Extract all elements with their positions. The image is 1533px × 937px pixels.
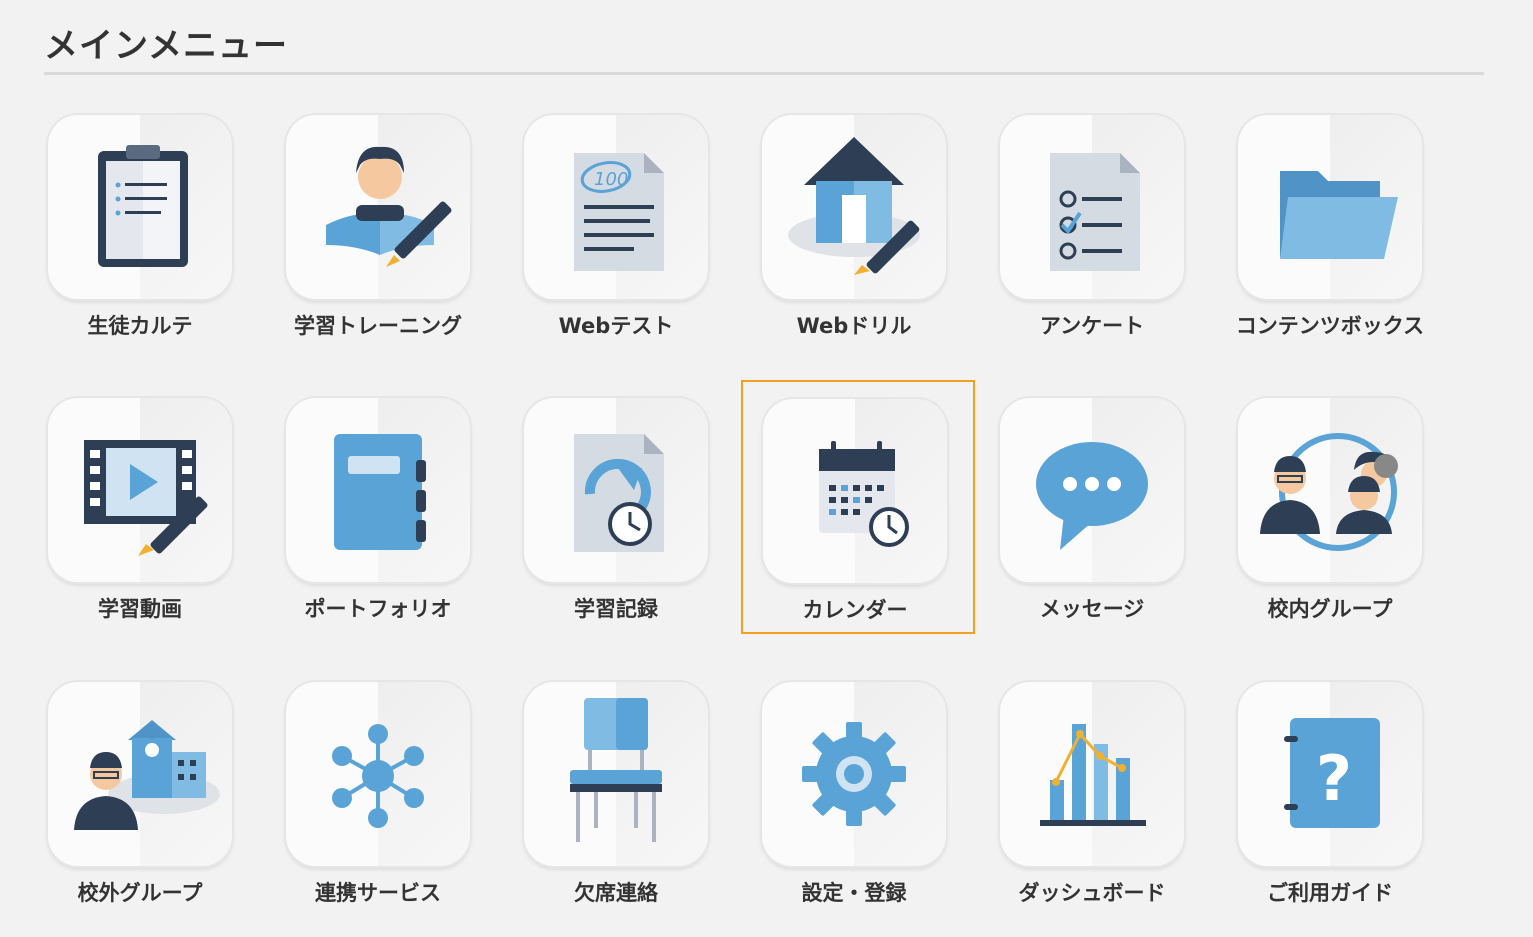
menu-item-label: 学習記録 (574, 597, 658, 621)
menu-item-linked-services[interactable]: 連携サービス (276, 682, 514, 932)
menu-item-label: 生徒カルテ (87, 314, 193, 338)
calendar-clock-icon (819, 441, 909, 547)
history-document-icon (574, 434, 664, 552)
menu-item-card[interactable] (524, 682, 708, 866)
menu-item-dashboard[interactable]: ダッシュボード (990, 682, 1228, 932)
menu-item-label: ポートフォリオ (304, 597, 452, 621)
menu-item-calendar[interactable]: カレンダー (741, 380, 975, 634)
menu-item-school-group[interactable]: 校内グループ (1228, 398, 1466, 648)
menu-item-card[interactable] (524, 398, 708, 582)
menu-item-card[interactable] (48, 398, 232, 582)
video-film-icon (84, 440, 208, 556)
menu-item-card[interactable] (48, 682, 232, 866)
menu-item-card[interactable] (286, 398, 470, 582)
menu-item-card[interactable] (286, 682, 470, 866)
menu-item-label: カレンダー (802, 598, 908, 622)
folder-icon (1280, 171, 1398, 259)
menu-item-label: 校外グループ (77, 881, 203, 905)
page-title: メインメニュー (44, 26, 288, 66)
menu-item-web-test[interactable]: 100 Webテスト (514, 115, 752, 365)
menu-item-card[interactable]: ? (1238, 682, 1422, 866)
title-divider (44, 72, 1484, 75)
menu-item-label: メッセージ (1039, 597, 1145, 621)
menu-item-student-karte[interactable]: 生徒カルテ (38, 115, 276, 365)
menu-item-label: Webドリル (796, 314, 912, 338)
menu-item-card[interactable] (1238, 398, 1422, 582)
menu-item-label: コンテンツボックス (1235, 314, 1425, 338)
menu-item-contents-box[interactable]: コンテンツボックス (1228, 115, 1466, 365)
menu-item-survey[interactable]: アンケート (990, 115, 1228, 365)
menu-item-settings[interactable]: 設定・登録 (752, 682, 990, 932)
menu-item-label: 校内グループ (1267, 597, 1393, 621)
bar-line-chart-icon (1040, 724, 1146, 826)
guide-book-question-icon: ? (1284, 718, 1380, 828)
menu-item-study-training[interactable]: 学習トレーニング (276, 115, 514, 365)
menu-item-card[interactable] (48, 115, 232, 299)
menu-item-card[interactable] (1000, 682, 1184, 866)
menu-item-user-guide[interactable]: ? ご利用ガイド (1228, 682, 1466, 932)
svg-text:100: 100 (594, 169, 628, 190)
menu-item-card[interactable] (762, 115, 946, 299)
menu-item-label: ダッシュボード (1018, 881, 1166, 905)
school-teacher-icon (74, 720, 220, 830)
menu-item-external-group[interactable]: 校外グループ (38, 682, 276, 932)
menu-item-card[interactable] (286, 115, 470, 299)
menu-item-card[interactable] (1000, 115, 1184, 299)
menu-item-card[interactable]: 100 (524, 115, 708, 299)
menu-item-message[interactable]: メッセージ (990, 398, 1228, 648)
menu-item-study-record[interactable]: 学習記録 (514, 398, 752, 648)
menu-item-card[interactable] (763, 399, 947, 583)
house-pencil-icon (788, 137, 920, 275)
notebook-icon (334, 434, 426, 550)
test-paper-icon: 100 (574, 153, 664, 271)
menu-item-portfolio[interactable]: ポートフォリオ (276, 398, 514, 648)
gear-icon (802, 722, 906, 826)
chair-icon (570, 698, 662, 842)
svg-text:?: ? (1316, 742, 1352, 815)
menu-item-card[interactable] (762, 682, 946, 866)
menu-item-study-video[interactable]: 学習動画 (38, 398, 276, 648)
menu-item-card[interactable] (1000, 398, 1184, 582)
menu-item-label: アンケート (1039, 314, 1145, 338)
menu-item-label: ご利用ガイド (1267, 881, 1393, 905)
menu-item-label: 学習トレーニング (294, 314, 462, 338)
menu-item-absence-notice[interactable]: 欠席連絡 (514, 682, 752, 932)
main-menu-page: メインメニュー 生徒カルテ 学習トレーニング 100 Webテスト Webドリル… (0, 0, 1533, 937)
menu-item-web-drill[interactable]: Webドリル (752, 115, 990, 365)
clipboard-icon (98, 145, 188, 267)
menu-item-label: Webテスト (558, 314, 674, 338)
menu-item-label: 欠席連絡 (574, 881, 658, 905)
people-group-icon (1260, 433, 1398, 551)
speech-bubble-icon (1036, 442, 1148, 550)
menu-item-card[interactable] (1238, 115, 1422, 299)
survey-checklist-icon (1050, 153, 1140, 271)
network-hub-icon (332, 724, 424, 828)
menu-item-label: 設定・登録 (801, 881, 907, 905)
menu-item-label: 連携サービス (315, 881, 441, 905)
student-reading-icon (326, 146, 452, 267)
menu-item-label: 学習動画 (98, 597, 182, 621)
